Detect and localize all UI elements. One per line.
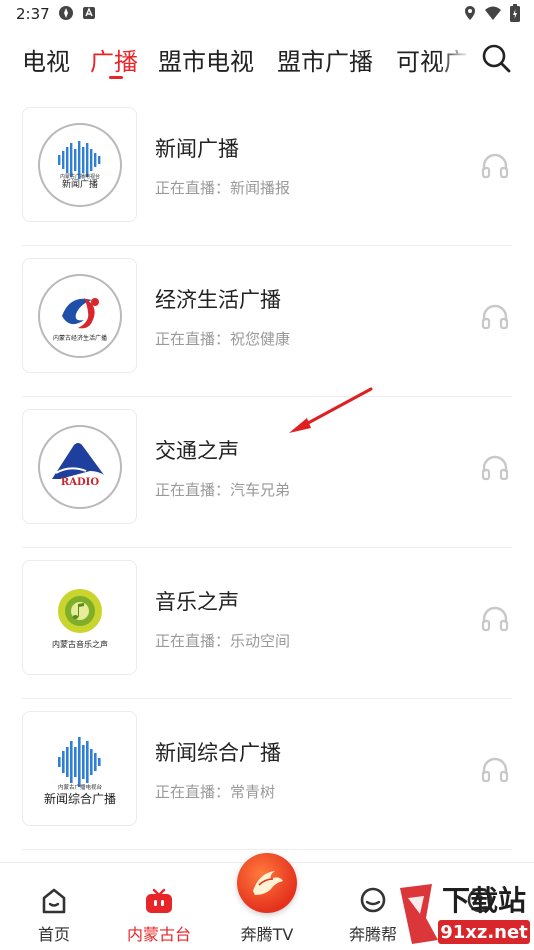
station-title: 经济生活广播 [155, 288, 281, 312]
location-icon [465, 6, 475, 20]
nav-benteng-help[interactable]: 奔腾帮 [328, 863, 418, 950]
station-item-news[interactable]: 内蒙古广播电视台 新闻广播 新闻广播 正在直播：新闻播报 [0, 95, 534, 246]
app-notification-icon [83, 7, 95, 19]
headphone-icon[interactable] [481, 605, 509, 633]
headphone-icon[interactable] [481, 303, 509, 331]
svg-text:新闻广播: 新闻广播 [61, 178, 97, 190]
station-now-playing: 正在直播：祝您健康 [155, 330, 291, 348]
economy-radio-logo: 内蒙古经济生活广播 [37, 273, 122, 358]
station-logo-thumb: 内蒙古音乐之声 [22, 560, 137, 675]
station-logo-thumb: 内蒙古广播电视台 新闻综合广播 [22, 711, 137, 826]
tab-tv[interactable]: 电视 [22, 42, 70, 77]
station-title: 新闻综合广播 [155, 741, 281, 765]
sync-icon [59, 6, 73, 20]
svg-text:内蒙古经济生活广播: 内蒙古经济生活广播 [52, 334, 106, 342]
station-logo-thumb: 内蒙古广播电视台 新闻广播 [22, 107, 137, 222]
status-time: 2:37 [16, 5, 50, 23]
music-note-logo-icon: 内蒙古音乐之声 [52, 588, 108, 649]
tab-radio[interactable]: 广播 [90, 42, 138, 77]
nav-home-label: 首页 [37, 925, 70, 944]
station-title: 音乐之声 [155, 590, 239, 614]
status-left-icons [58, 5, 96, 21]
svg-text:RADIO: RADIO [60, 477, 98, 488]
search-icon[interactable] [480, 42, 512, 74]
svg-text:内蒙古广播电视台: 内蒙古广播电视台 [59, 173, 99, 180]
station-now-playing: 正在直播：汽车兄弟 [155, 481, 291, 499]
channel-tab-bar: 电视 广播 盟市电视 盟市广播 可视广 [0, 32, 534, 92]
nav-benteng-tv[interactable]: 奔腾TV [222, 853, 312, 950]
station-title: 新闻广播 [155, 137, 239, 161]
bottom-nav: 首页 内蒙古台 奔腾TV 奔腾帮 我的 [0, 853, 534, 950]
active-tab-indicator [109, 76, 123, 79]
benteng-horse-logo-icon [237, 853, 297, 913]
station-item-traffic[interactable]: RADIO 交通之声 正在直播：汽车兄弟 [0, 397, 534, 548]
traffic-radio-logo: RADIO [37, 424, 122, 509]
profile-icon [467, 887, 493, 913]
station-logo-thumb: RADIO [22, 409, 137, 524]
soundwave-logo-icon: 内蒙古广播电视台 新闻综合广播 [43, 736, 116, 806]
tab-fade-overlay [440, 32, 470, 88]
station-item-economy[interactable]: 内蒙古经济生活广播 经济生活广播 正在直播：祝您健康 [0, 246, 534, 397]
station-item-news-general[interactable]: 内蒙古广播电视台 新闻综合广播 新闻综合广播 正在直播：常青树 [0, 699, 534, 850]
svg-text:内蒙古音乐之声: 内蒙古音乐之声 [52, 639, 108, 649]
news-radio-logo: 内蒙古广播电视台 新闻广播 [37, 122, 122, 207]
station-title: 交通之声 [155, 439, 239, 463]
wifi-icon [485, 6, 501, 20]
home-icon [42, 888, 66, 914]
list-divider [22, 849, 512, 850]
status-right-icons [464, 4, 520, 22]
chat-bubble-icon [360, 887, 386, 913]
nav-benteng-help-label: 奔腾帮 [348, 925, 397, 944]
traffic-radio-logo-icon: RADIO [51, 442, 104, 488]
status-bar: 2:37 [0, 0, 534, 28]
headphone-icon[interactable] [481, 454, 509, 482]
soundwave-logo-icon: 内蒙古广播电视台 新闻广播 [57, 140, 100, 190]
nav-inner-mongolia-tv-label: 内蒙古台 [126, 925, 191, 944]
nav-inner-mongolia-tv[interactable]: 内蒙古台 [114, 863, 204, 950]
battery-icon [510, 4, 520, 22]
tab-league-city-radio[interactable]: 盟市广播 [277, 42, 373, 77]
nav-benteng-tv-label: 奔腾TV [240, 925, 294, 944]
station-item-music[interactable]: 内蒙古音乐之声 音乐之声 正在直播：乐动空间 [0, 548, 534, 699]
headphone-icon[interactable] [481, 152, 509, 180]
news-general-radio-logo: 内蒙古广播电视台 新闻综合广播 [32, 721, 128, 817]
nav-mine-label: 我的 [463, 925, 496, 944]
station-now-playing: 正在直播：新闻播报 [155, 179, 291, 197]
economy-swirl-logo-icon: 内蒙古经济生活广播 [52, 297, 107, 342]
station-now-playing: 正在直播：常青树 [155, 783, 276, 801]
music-radio-logo: 内蒙古音乐之声 [35, 573, 125, 663]
nav-home[interactable]: 首页 [9, 863, 99, 950]
station-now-playing: 正在直播：乐动空间 [155, 632, 291, 650]
svg-text:内蒙古广播电视台: 内蒙古广播电视台 [57, 783, 102, 791]
svg-text:新闻综合广播: 新闻综合广播 [43, 791, 115, 806]
tab-league-city-tv[interactable]: 盟市电视 [158, 42, 254, 77]
tv-icon [146, 888, 172, 913]
headphone-icon[interactable] [481, 756, 509, 784]
nav-mine[interactable]: 我的 [435, 863, 525, 950]
station-logo-thumb: 内蒙古经济生活广播 [22, 258, 137, 373]
